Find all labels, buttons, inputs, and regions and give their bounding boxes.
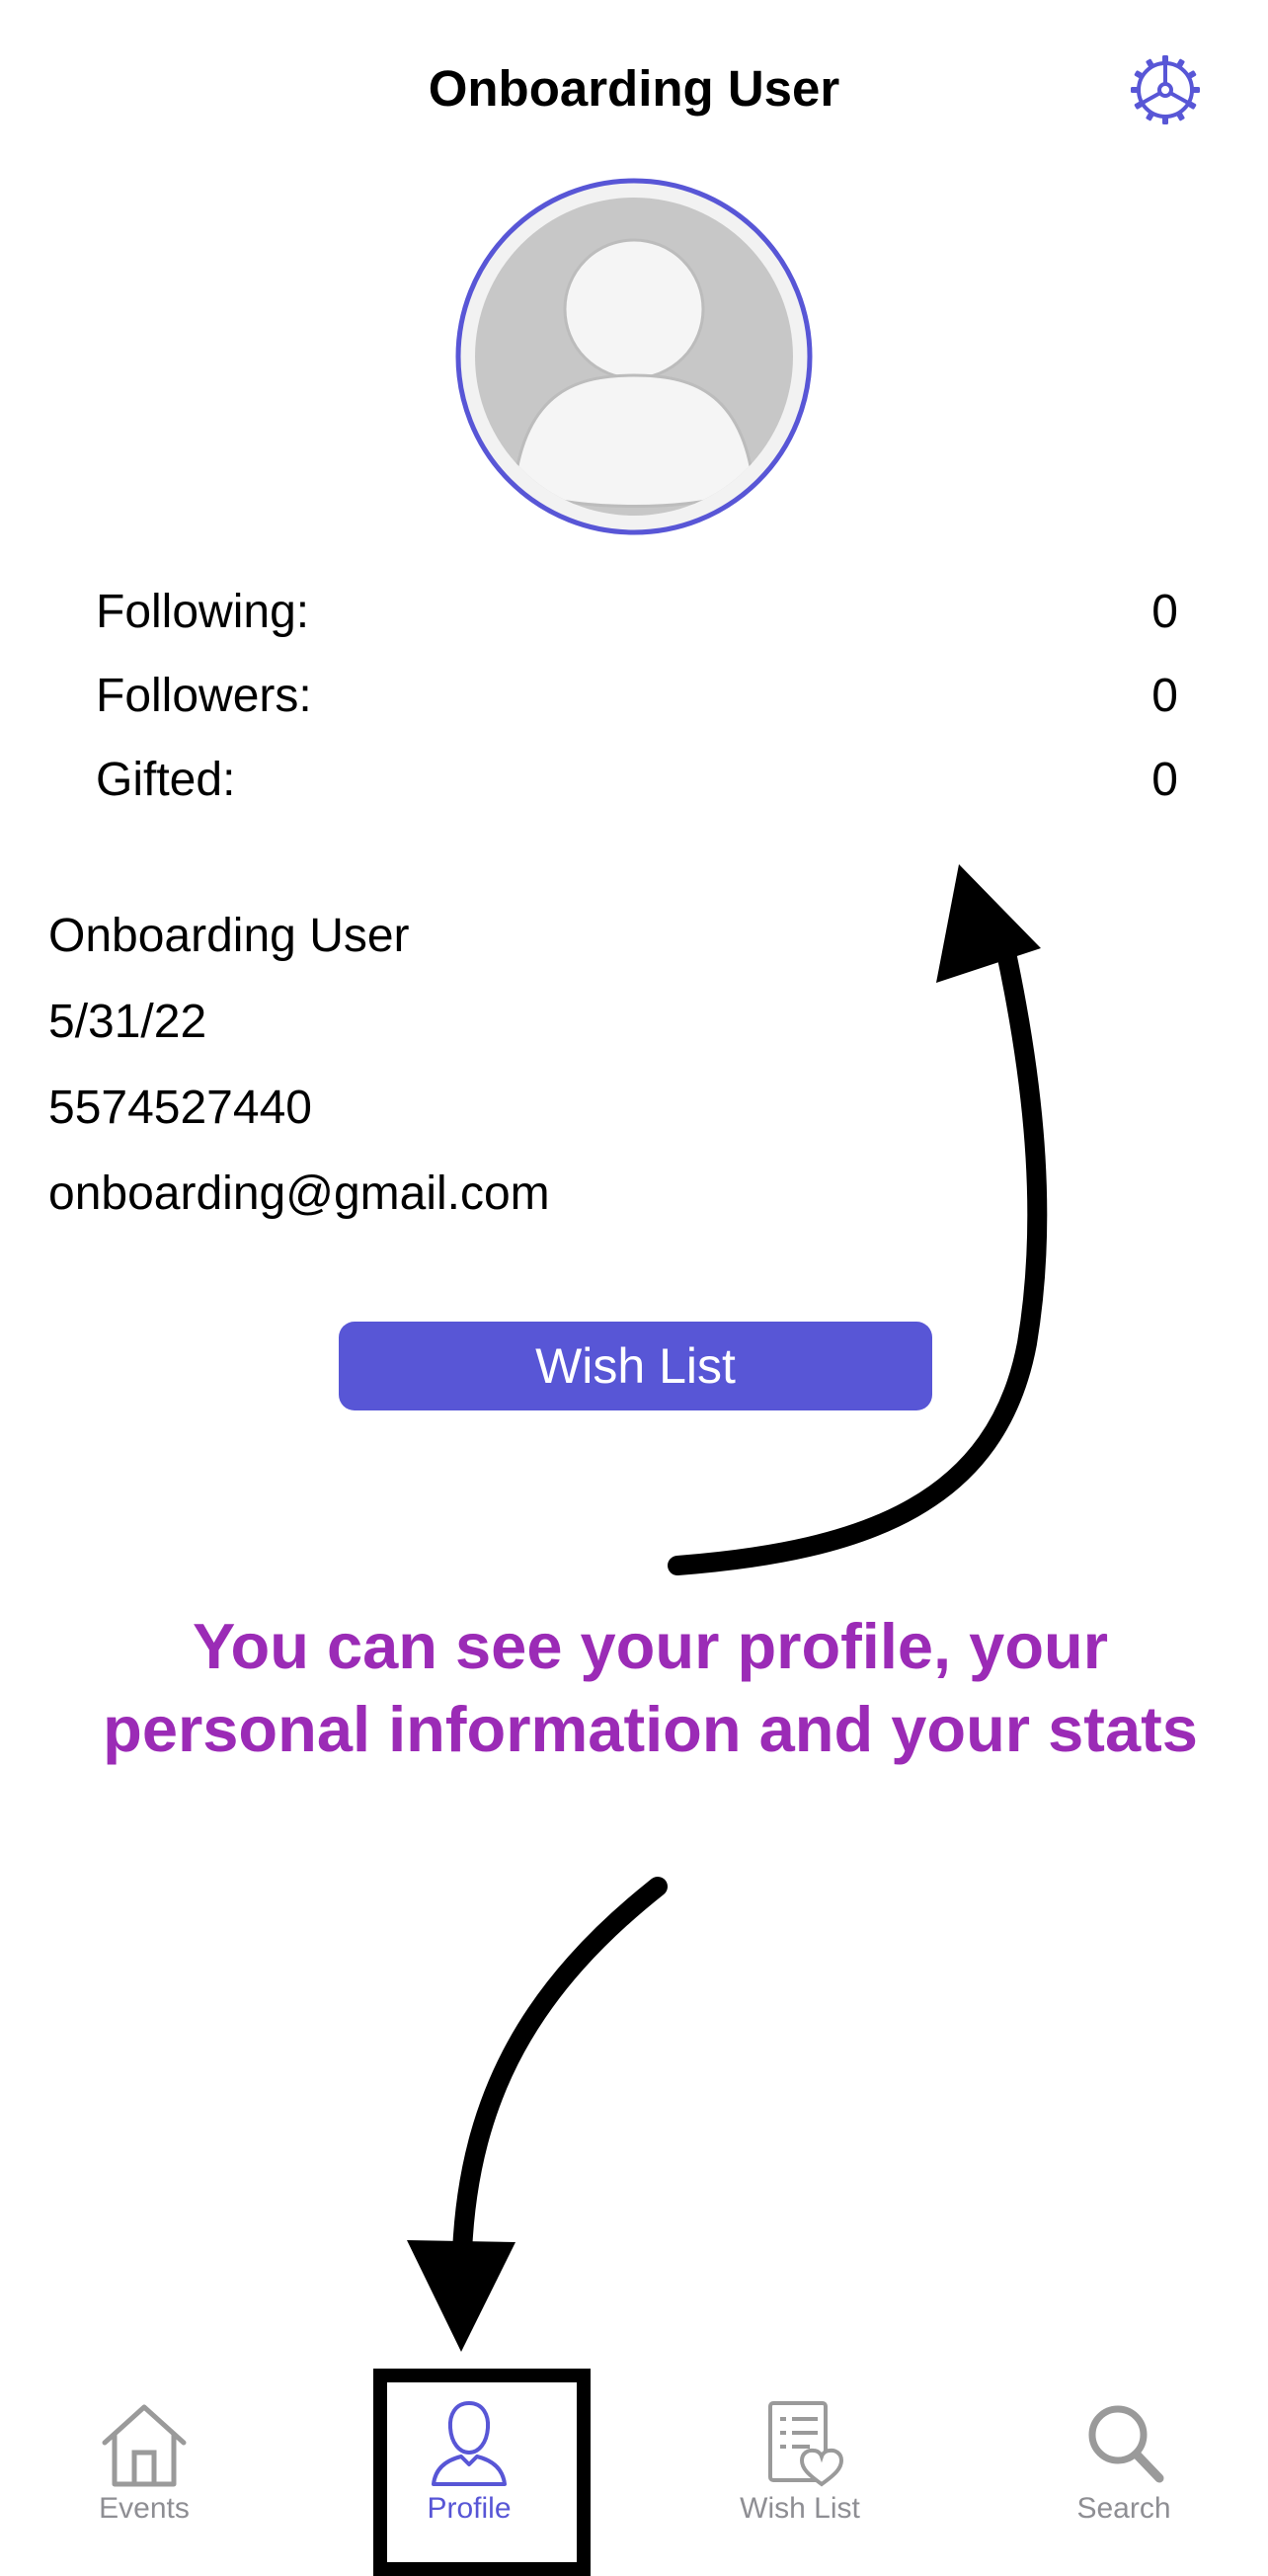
arrow-up-curve: [668, 938, 1048, 1575]
wishlist-icon: [768, 2401, 844, 2487]
stat-label: Gifted:: [96, 754, 236, 806]
profile-name: Onboarding User: [48, 910, 410, 962]
arrow-down-curve: [452, 1877, 668, 2262]
tab-search[interactable]: Search: [1005, 2375, 1242, 2534]
stat-row-following: Following: 0: [96, 581, 1178, 644]
default-avatar-icon: [455, 178, 813, 535]
profile-phone: 5574527440: [48, 1082, 312, 1134]
tab-label: Profile: [427, 2492, 512, 2525]
stat-label: Following:: [96, 586, 310, 638]
arrow-down-head: [407, 2240, 515, 2352]
gear-icon: [1131, 55, 1200, 124]
tab-events[interactable]: Events: [26, 2375, 263, 2534]
wish-list-button[interactable]: Wish List: [339, 1322, 932, 1410]
arrow-up-head: [936, 864, 1041, 983]
tab-bar: Events Profile Wish List Search: [0, 2375, 1268, 2568]
stat-value: 0: [1151, 670, 1178, 722]
stat-value: 0: [1151, 586, 1178, 638]
search-icon: [1088, 2405, 1164, 2483]
annotation-text: You can see your profile, your personal …: [103, 1610, 1198, 1765]
stat-row-gifted: Gifted: 0: [96, 749, 1178, 812]
stat-row-followers: Followers: 0: [96, 665, 1178, 728]
settings-button[interactable]: [1130, 54, 1201, 125]
tab-label: Events: [99, 2492, 190, 2525]
profile-date: 5/31/22: [48, 996, 207, 1048]
stat-value: 0: [1151, 754, 1178, 806]
tab-label: Search: [1076, 2492, 1171, 2525]
person-icon: [432, 2400, 507, 2486]
tab-label: Wish List: [740, 2492, 860, 2525]
page-title: Onboarding User: [428, 60, 840, 117]
stat-label: Followers:: [96, 670, 312, 722]
tab-profile[interactable]: Profile: [351, 2375, 588, 2534]
avatar[interactable]: [455, 178, 813, 535]
profile-email: onboarding@gmail.com: [48, 1167, 550, 1220]
tab-wish-list[interactable]: Wish List: [681, 2375, 918, 2534]
house-icon: [102, 2404, 187, 2487]
